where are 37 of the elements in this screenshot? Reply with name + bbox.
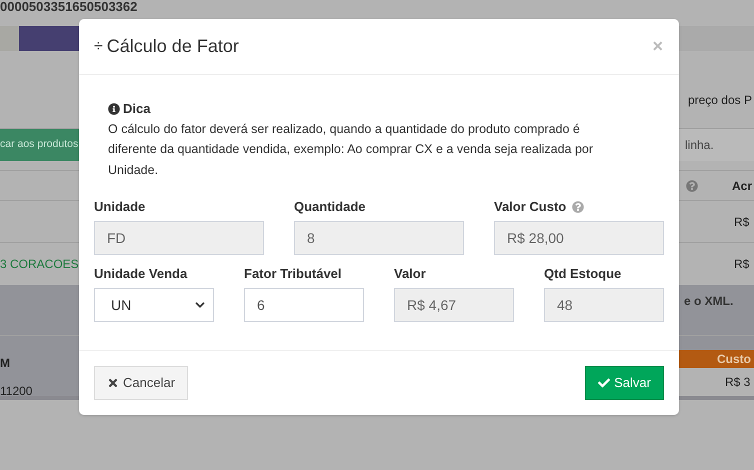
input-field[interactable]: FD <box>94 221 264 255</box>
tip-title: Dica <box>123 100 150 118</box>
input-field[interactable]: 6 <box>244 288 364 322</box>
field-label: Unidade <box>94 198 146 216</box>
cancel-button[interactable]: Cancelar <box>94 366 188 400</box>
field-label: Quantidade <box>294 198 366 216</box>
field-label: Valor <box>394 265 426 284</box>
table-cell-text: 11200 <box>0 383 32 400</box>
field-label: Fator Tributável <box>244 265 342 284</box>
input-field[interactable]: 48 <box>544 288 664 322</box>
info-text: linha. <box>685 137 714 154</box>
field-label: Qtd Estoque <box>544 265 622 284</box>
column-header: Acr <box>732 178 754 194</box>
close-icon <box>107 377 119 389</box>
save-button[interactable]: Salvar <box>585 366 664 400</box>
column-header: Custo <box>716 351 751 368</box>
input-field[interactable]: 8 <box>294 221 464 255</box>
document-number: 0000503351650503362 <box>0 0 138 14</box>
info-text: e o XML. <box>684 293 734 310</box>
field-label: Valor Custo <box>494 198 566 216</box>
help-icon <box>686 180 698 192</box>
check-icon <box>598 377 610 389</box>
table-cell-text: R$ <box>734 256 750 273</box>
tip-text: O cálculo do fator deverá ser realizado, quando a quantidade do produto comprado é diferente da quantidade vendida, exemplo: Ao comprar CX e a venda seja realizada por Unidade. <box>108 120 594 178</box>
input-field[interactable]: R$ 4,67 <box>394 288 514 322</box>
input-field[interactable]: R$ 28,00 <box>494 221 664 255</box>
product-name: 3 CORACOES <box>0 256 79 273</box>
divide-icon: ÷ <box>94 34 103 58</box>
dialog-title: Cálculo de Fator <box>106 35 239 58</box>
table-cell-text: R$ <box>734 214 750 230</box>
info-text: preço dos P <box>688 92 753 109</box>
table-cell-text: R$ 3 <box>724 374 750 391</box>
field-label: Unidade Venda <box>94 265 188 284</box>
column-header: M <box>0 355 11 372</box>
select-field[interactable]: UN <box>94 288 214 322</box>
apply-button[interactable]: car aos produtos <box>0 129 79 161</box>
info-icon <box>108 102 120 115</box>
